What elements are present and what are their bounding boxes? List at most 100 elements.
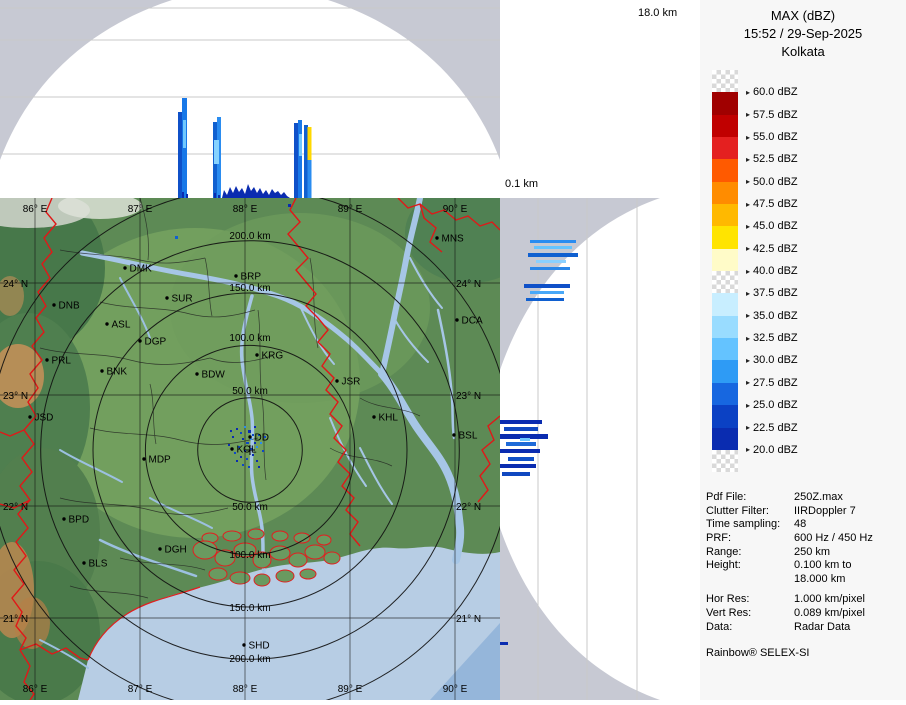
station-dot [62,517,66,521]
lon-label: 90° E [443,204,468,215]
metadata-label: Clutter Filter: [706,504,769,517]
legend-swatch [712,248,738,272]
station-label: PRL [52,356,72,367]
station-dot [335,379,339,383]
range-ring-label: 200.0 km [229,654,270,665]
station-label: BNK [107,367,128,378]
station-dot [234,274,238,278]
metadata-row: Height: 0.100 km to [706,559,906,573]
station-dot [45,358,49,362]
metadata-label [706,573,794,587]
metadata-value: IIRDoppler 7 [794,504,856,517]
legend-swatch [712,427,738,450]
station-dot [142,457,146,461]
metadata-label: Hor Res: [706,593,750,606]
metadata-value: 18.000 km [794,572,846,585]
station-label: DGP [145,337,167,348]
station-label: KHL [379,413,399,424]
height-min-label: 0.1 km [505,178,539,190]
station-dot [255,353,259,357]
station-label: DGH [165,545,187,556]
legend-swatch [712,114,738,138]
metadata-row: Pdf File: 250Z.max [706,491,906,505]
metadata-block: Pdf File: 250Z.max Clutter Filter: IIRDoppl… [700,491,906,634]
station-name: Kolkata [781,44,825,59]
product-title: MAX (dBZ) [770,8,836,23]
lon-label: 89° E [338,204,363,215]
station-label: MDP [149,455,172,466]
station-label: ASL [112,320,131,331]
legend-row: ▸ 57.5 dBZ [700,92,906,121]
range-ring-label: 50.0 km [232,386,268,397]
legend-swatch [712,226,738,249]
metadata-value: 48 [794,518,807,531]
station-label: BPD [69,515,90,526]
lat-label: 23° N [456,391,481,402]
color-scale: ▸ 60.0 dBZ ▸ 57.5 dBZ ▸ 55.0 dBZ ▸ 52.5 dBZ ▸ 50.… [700,70,906,473]
station-label: JSD [35,413,54,424]
station-dot [123,266,127,270]
legend-row: ▸ 52.5 dBZ [700,137,906,165]
lat-label: 22° N [3,502,28,513]
station-label: DNB [59,301,80,312]
legend-swatch [712,181,738,205]
station-label: BLS [89,559,108,570]
legend-swatch [712,338,738,361]
lon-label: 88° E [233,204,258,215]
station-label: KRG [262,351,284,362]
lat-label: 21° N [3,614,28,625]
metadata-row: Time sampling: 48 [706,518,906,532]
metadata-label: Data: [706,620,733,633]
legend-row: ▸ 40.0 dBZ [700,248,906,277]
legend-row: ▸ 47.5 dBZ [700,181,906,210]
ew-cross-section [0,0,500,198]
legend-row: ▸ 22.5 dBZ [700,405,906,434]
range-ring-label: 150.0 km [229,603,270,614]
lon-label: 89° E [338,684,363,695]
legend-swatch [712,159,738,182]
legend-swatch [712,70,738,93]
range-ring-label: 100.0 km [229,550,270,561]
station-dot [138,339,142,343]
legend-swatch [712,293,738,316]
metadata-label: Height: [706,559,741,572]
ns-cross-section [500,198,670,700]
legend-row: ▸ 20.0 dBZ [700,427,906,456]
legend-row: ▸ 45.0 dBZ [700,204,906,232]
legend-swatch [712,382,738,406]
station-label: BRP [241,272,262,283]
legend-swatch [712,449,738,473]
lat-label: 21° N [456,614,481,625]
legend-row: ▸ 60.0 dBZ [700,70,906,98]
station-dot [248,435,252,439]
legend-row: ▸ 55.0 dBZ [700,114,906,143]
station-label: DMK [130,264,153,275]
station-dot [452,433,456,437]
metadata-value: 250Z.max [794,491,843,504]
station-dot [435,236,439,240]
station-dot [242,643,246,647]
map-panel: 200.0 km 150.0 km 100.0 km 50.0 km 50.0 km 10… [0,183,535,705]
lat-label: 24° N [456,279,481,290]
range-ring-label: 150.0 km [229,283,270,294]
range-ring-label: 200.0 km [229,231,270,242]
metadata-row: 18.000 km [706,573,906,587]
station-label: BSL [459,431,478,442]
lon-label: 87° E [128,684,153,695]
legend-row: ▸ 35.0 dBZ [700,293,906,322]
legend-swatch [712,405,738,428]
metadata-row: PRF: 600 Hz / 450 Hz [706,532,906,546]
metadata-label: Range: [706,545,742,558]
metadata-value: Radar Data [794,620,851,633]
metadata-row: Range: 250 km [706,546,906,560]
ew-cross-section-panel [0,0,500,198]
station-dot [230,447,234,451]
metadata-row: Hor Res: 1.000 km/pixel [706,593,906,607]
legend-row: ▸ 50.0 dBZ [700,159,906,188]
station-dot [195,372,199,376]
legend-panel: MAX (dBZ) 15:52 / 29-Sep-2025 Kolkata ▸ 6… [700,0,906,700]
station-dot [82,561,86,565]
legend-swatch [712,271,738,294]
legend-swatch [712,360,738,383]
station-label: DCA [462,316,483,327]
